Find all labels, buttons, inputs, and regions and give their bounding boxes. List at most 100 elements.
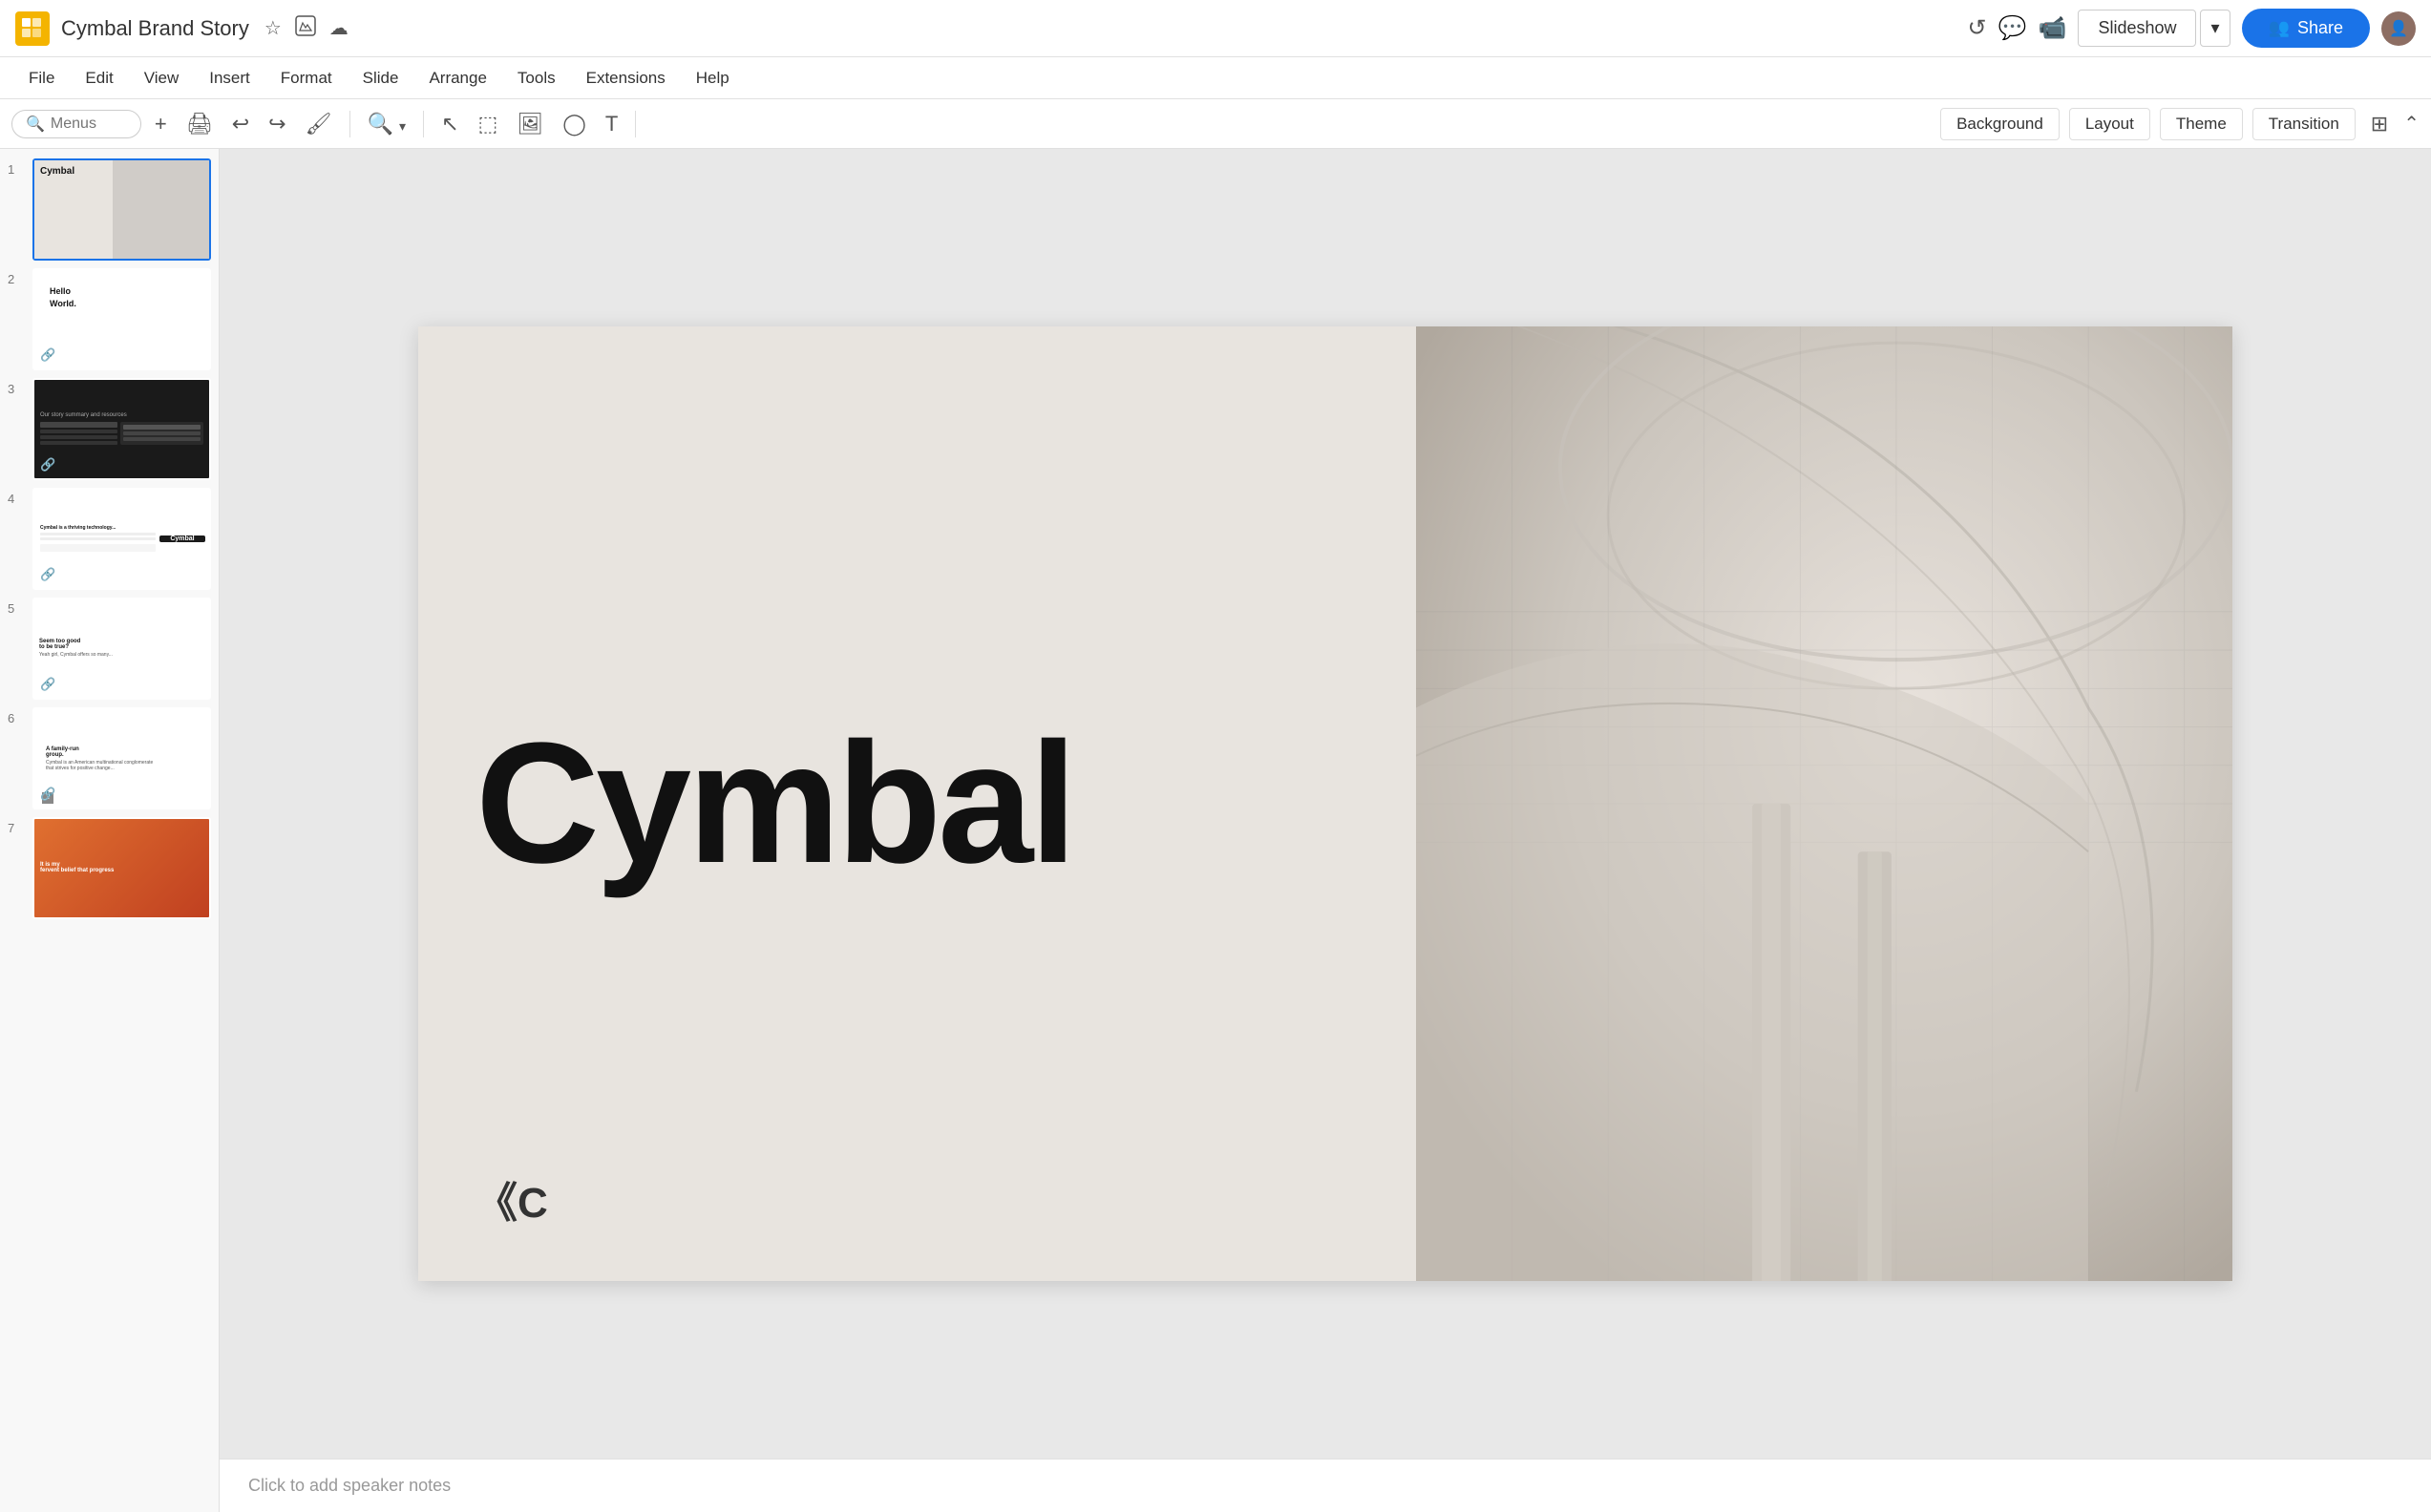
slide-thumb-4[interactable]: Cymbal is a thriving technology... Cymba… — [32, 488, 211, 590]
avatar[interactable]: 👤 — [2381, 11, 2416, 46]
slide-thumb-inner-1: Cymbal — [34, 160, 209, 259]
svg-text:《C: 《C — [476, 1180, 548, 1223]
menu-file[interactable]: File — [15, 63, 68, 94]
slide-thumb-inner-5: Seem too goodto be true? Yeah girl, Cymb… — [34, 599, 209, 698]
slide-panel: 1 Cymbal 2 HelloWorld. 🔗 — [0, 149, 220, 1512]
slide-item-1[interactable]: 1 Cymbal — [8, 158, 211, 261]
slide-item-6[interactable]: 6 1 A family-rungroup. Cymbal is an Amer… — [8, 707, 211, 809]
present-icon[interactable]: 📹 — [2039, 14, 2067, 42]
search-box[interactable]: 🔍 — [11, 110, 141, 138]
thumb6-title: A family-rungroup. — [46, 746, 156, 758]
share-icon: 👥 — [2269, 18, 2290, 38]
toolbar: 🔍 + 🖨 ↩ ↪ 🖌 🔍 ▾ ↖ ⬚ 🖼 ◯ T Background Lay… — [0, 99, 2431, 149]
slide-item-5[interactable]: 5 Seem too goodto be true? Yeah girl, Cy… — [8, 598, 211, 700]
transition-button[interactable]: Transition — [2252, 108, 2356, 140]
thumb2-text: HelloWorld. — [50, 285, 76, 309]
speaker-notes[interactable]: Click to add speaker notes — [220, 1459, 2431, 1512]
add-button[interactable]: + — [149, 108, 173, 140]
slide-canvas[interactable]: Cymbal 《C — [418, 326, 2232, 1281]
slide-logo-symbol: 《C — [476, 1175, 552, 1233]
menu-tools[interactable]: Tools — [504, 63, 569, 94]
menu-slide[interactable]: Slide — [349, 63, 412, 94]
slide-number-7: 7 — [8, 821, 25, 835]
slide-thumb-6[interactable]: 1 A family-rungroup. Cymbal is an Americ… — [32, 707, 211, 809]
slide-item-3[interactable]: 3 Our story summary and resources — [8, 378, 211, 480]
slide-main-title: Cymbal — [476, 726, 1359, 881]
theme-button[interactable]: Theme — [2160, 108, 2243, 140]
comment-icon[interactable]: 💬 — [1998, 14, 2027, 42]
slide-item-2[interactable]: 2 HelloWorld. 🔗 — [8, 268, 211, 370]
print-icon[interactable]: 🖨 — [180, 108, 219, 140]
slide-thumb-5[interactable]: Seem too goodto be true? Yeah girl, Cymb… — [32, 598, 211, 700]
slide-thumb-7[interactable]: It is my fervent belief that progress — [32, 817, 211, 919]
title-icons: ☆ ☁ — [264, 15, 349, 42]
background-button[interactable]: Background — [1940, 108, 2060, 140]
text-tool[interactable]: T — [600, 108, 624, 140]
slideshow-dropdown-button[interactable]: ▾ — [2200, 10, 2230, 47]
slide-item-4[interactable]: 4 Cymbal is a thriving technology... Cym… — [8, 488, 211, 590]
slide-thumb-inner-3: Our story summary and resources — [34, 380, 209, 478]
slide-thumb-2[interactable]: HelloWorld. 🔗 — [32, 268, 211, 370]
thumb3-header: Our story summary and resources — [40, 412, 127, 418]
slide-item-7[interactable]: 7 It is my fervent belief that progress — [8, 817, 211, 919]
thumb5-body: Yeah girl, Cymbal offers so many... — [39, 652, 147, 659]
menu-extensions[interactable]: Extensions — [573, 63, 679, 94]
slide-number-4: 4 — [8, 492, 25, 506]
slide-background: Cymbal 《C — [418, 326, 2232, 1281]
zoom-button[interactable]: 🔍 ▾ — [362, 108, 412, 140]
thumb7-text: fervent belief that progress — [40, 868, 114, 873]
slide-thumb-1[interactable]: Cymbal — [32, 158, 211, 261]
menu-edit[interactable]: Edit — [72, 63, 126, 94]
search-input[interactable] — [51, 116, 127, 133]
title-actions: ↺ 💬 📹 Slideshow ▾ 👥 Share 👤 — [1968, 9, 2416, 48]
star-icon[interactable]: ☆ — [264, 16, 282, 40]
slide-number-5: 5 — [8, 601, 25, 616]
speaker-notes-placeholder: Click to add speaker notes — [248, 1476, 451, 1496]
separator-2 — [423, 111, 424, 137]
select-tool[interactable]: ⬚ — [473, 108, 504, 140]
slide-number-6: 6 — [8, 711, 25, 725]
slide-thumb-inner-2: HelloWorld. 🔗 — [34, 270, 209, 368]
thumb5-title: Seem too goodto be true? — [39, 639, 147, 650]
cloud-icon[interactable]: ☁ — [329, 16, 349, 40]
thumb6-body: Cymbal is an American multinational cong… — [46, 760, 156, 771]
slide-6-link-icon: 🔗 — [40, 787, 55, 802]
toolbar-right: Background Layout Theme Transition ⊞ ⌃ — [1940, 108, 2420, 140]
slide-thumb-inner-6: 1 A family-rungroup. Cymbal is an Americ… — [34, 709, 209, 808]
architecture-image — [1416, 326, 2232, 1281]
canvas-scroll: Cymbal 《C — [220, 149, 2431, 1459]
redo-button[interactable]: ↪ — [263, 108, 291, 140]
title-bar: Cymbal Brand Story ☆ ☁ ↺ 💬 📹 Slideshow ▾… — [0, 0, 2431, 57]
main-content: 1 Cymbal 2 HelloWorld. 🔗 — [0, 149, 2431, 1512]
menu-insert[interactable]: Insert — [196, 63, 264, 94]
undo-button[interactable]: ↩ — [226, 108, 255, 140]
shape-tool[interactable]: ◯ — [557, 108, 592, 140]
slide-thumb-3[interactable]: Our story summary and resources — [32, 378, 211, 480]
cursor-tool[interactable]: ↖ — [435, 108, 464, 140]
motion-button[interactable]: ⊞ — [2365, 108, 2394, 140]
slide-thumb-inner-4: Cymbal is a thriving technology... Cymba… — [34, 490, 209, 588]
history-icon[interactable]: ↺ — [1968, 14, 1987, 42]
share-button[interactable]: 👥 Share — [2242, 9, 2370, 48]
menu-help[interactable]: Help — [683, 63, 743, 94]
slideshow-button[interactable]: Slideshow — [2078, 10, 2196, 47]
image-tool[interactable]: 🖼 — [511, 108, 549, 140]
paint-format-button[interactable]: 🖌 — [300, 108, 338, 140]
document-title: Cymbal Brand Story — [61, 16, 249, 41]
separator-3 — [635, 111, 636, 137]
separator-1 — [349, 111, 350, 137]
slide-4-link-icon: 🔗 — [40, 567, 55, 582]
slide-content-right — [1416, 326, 2232, 1281]
slide-5-link-icon: 🔗 — [40, 677, 55, 692]
thumb1-image — [113, 160, 209, 259]
thumb4-logo: Cymbal — [170, 536, 194, 542]
drive-icon[interactable] — [295, 15, 316, 42]
slide-3-link-icon: 🔗 — [40, 457, 55, 472]
menu-arrange[interactable]: Arrange — [415, 63, 499, 94]
canvas-area: Cymbal 《C — [220, 149, 2431, 1512]
collapse-toolbar-button[interactable]: ⌃ — [2403, 112, 2420, 136]
menu-view[interactable]: View — [131, 63, 193, 94]
menu-format[interactable]: Format — [267, 63, 346, 94]
slide-number-3: 3 — [8, 382, 25, 396]
layout-button[interactable]: Layout — [2069, 108, 2150, 140]
